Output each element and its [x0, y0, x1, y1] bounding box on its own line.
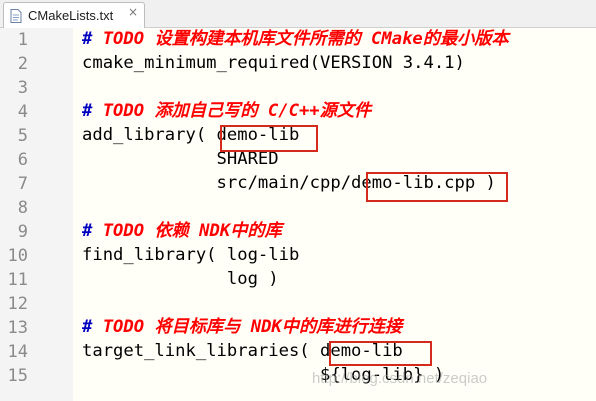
line-number: 11 [7, 270, 28, 290]
code-line: 10 find_library( log-lib [0, 244, 596, 268]
code-line: 9 # TODO 依赖 NDK中的库 [0, 220, 596, 244]
code-text: # TODO 将目标库与 NDK中的库进行连接 [82, 317, 402, 337]
code-text: # TODO 依赖 NDK中的库 [82, 221, 282, 241]
tab-cmakelists[interactable]: CMakeLists.txt × [3, 2, 145, 28]
close-icon[interactable]: × [128, 5, 138, 19]
line-number: 5 [17, 126, 28, 146]
line-number: 15 [7, 366, 28, 386]
code-line: 1 # TODO 设置构建本机库文件所需的 CMake的最小版本 [0, 28, 596, 52]
highlight-box-demo-lib [220, 125, 318, 152]
code-text: cmake_minimum_required(VERSION 3.4.1) [82, 53, 465, 73]
line-number: 10 [7, 246, 28, 266]
code-text: SHARED [82, 149, 279, 169]
editor-tab-bar: CMakeLists.txt × [0, 0, 596, 28]
code-line: 15 ${log-lib} ) [0, 364, 596, 388]
code-line: 13 # TODO 将目标库与 NDK中的库进行连接 [0, 316, 596, 340]
line-number: 13 [7, 318, 28, 338]
code-line: 4 # TODO 添加自己写的 C/C++源文件 [0, 100, 596, 124]
code-text: find_library( log-lib [82, 245, 300, 265]
line-number: 8 [17, 198, 28, 218]
comment-hash: # [82, 221, 93, 241]
tab-label: CMakeLists.txt [28, 8, 114, 23]
comment-text: TODO 添加自己写的 C/C++源文件 [92, 101, 372, 121]
line-number: 7 [17, 174, 28, 194]
highlight-box-demo-lib-cpp [366, 172, 508, 202]
code-text: # TODO 设置构建本机库文件所需的 CMake的最小版本 [82, 29, 509, 49]
line-number: 12 [7, 294, 28, 314]
line-number: 2 [17, 54, 28, 74]
code-line: 2 cmake_minimum_required(VERSION 3.4.1) [0, 52, 596, 76]
highlight-box-target-demo-lib [329, 341, 432, 366]
code-text: # TODO 添加自己写的 C/C++源文件 [82, 101, 371, 121]
text-file-icon [10, 9, 22, 23]
code-text: log ) [82, 269, 279, 289]
line-number: 14 [7, 342, 28, 362]
code-line: 11 log ) [0, 268, 596, 292]
code-line: 14 target_link_libraries( demo-lib [0, 340, 596, 364]
line-number: 3 [17, 78, 28, 98]
line-number: 4 [17, 102, 28, 122]
comment-hash: # [82, 29, 93, 49]
watermark-text: http://blog.csdn.net/zeqiao [312, 370, 488, 387]
line-number: 6 [17, 150, 28, 170]
code-editor[interactable]: 1 # TODO 设置构建本机库文件所需的 CMake的最小版本 2 cmake… [0, 28, 596, 401]
comment-hash: # [82, 317, 93, 337]
comment-text: TODO 将目标库与 NDK中的库进行连接 [92, 317, 403, 337]
line-number: 1 [17, 30, 28, 50]
code-line: 3 [0, 76, 596, 100]
comment-text: TODO 依赖 NDK中的库 [92, 221, 282, 241]
comment-text: TODO 设置构建本机库文件所需的 CMake的最小版本 [92, 29, 509, 49]
code-line: 12 [0, 292, 596, 316]
comment-hash: # [82, 101, 93, 121]
line-number: 9 [17, 222, 28, 242]
